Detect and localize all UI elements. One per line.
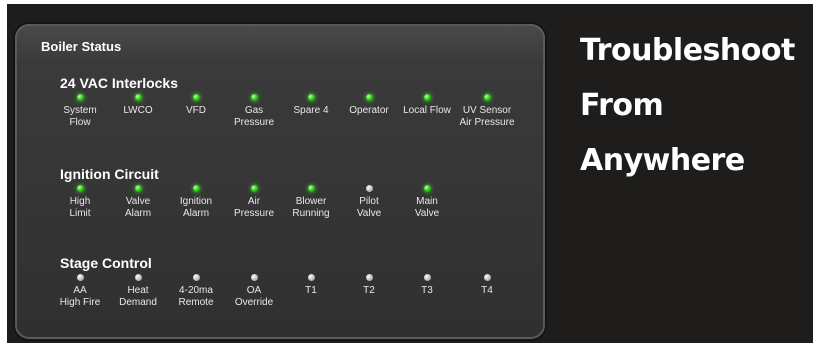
status-led-on-icon [423, 94, 431, 101]
status-led-off-icon [483, 274, 491, 281]
status-indicator: Pilot Valve [336, 185, 402, 220]
status-indicator: Ignition Alarm [163, 185, 229, 220]
ignition-row: High Limit Valve Alarm Ignition Alarm Air P… [15, 185, 545, 245]
status-led-off-icon [250, 274, 258, 281]
status-led-off-icon [307, 274, 315, 281]
status-led-on-icon [250, 94, 258, 101]
indicator-label: Operator [349, 105, 389, 116]
status-indicator: Heat Demand [105, 274, 171, 309]
indicator-label: AA High Fire [59, 285, 101, 308]
status-indicator: Valve Alarm [105, 185, 171, 220]
indicator-label: T3 [421, 285, 433, 296]
status-led-off-icon [423, 274, 431, 281]
section-title-interlocks: 24 VAC Interlocks [60, 75, 179, 91]
status-indicator: Blower Running [278, 185, 344, 220]
status-led-off-icon [76, 274, 84, 281]
status-led-on-icon [134, 185, 142, 192]
status-led-on-icon [192, 94, 200, 101]
hero-line-2: From [580, 88, 664, 123]
status-indicator: System Flow [47, 94, 113, 129]
status-indicator: T2 [336, 274, 402, 297]
section-title-ignition: Ignition Circuit [60, 166, 159, 182]
status-indicator: T4 [454, 274, 520, 297]
status-led-on-icon [134, 94, 142, 101]
indicator-label: Heat Demand [119, 285, 157, 308]
status-indicator: AA High Fire [47, 274, 113, 309]
indicator-label: T1 [305, 285, 317, 296]
indicator-label: UV Sensor Air Pressure [459, 105, 515, 128]
status-led-on-icon [307, 94, 315, 101]
status-led-on-icon [192, 185, 200, 192]
status-indicator: UV Sensor Air Pressure [454, 94, 520, 129]
status-led-off-icon [365, 274, 373, 281]
status-indicator: T3 [394, 274, 460, 297]
status-led-on-icon [76, 94, 84, 101]
boiler-status-panel: Boiler Status 24 VAC Interlocks System F… [15, 24, 545, 339]
indicator-label: Ignition Alarm [179, 196, 213, 219]
indicator-label: Main Valve [414, 196, 440, 219]
status-led-off-icon [365, 185, 373, 192]
status-led-off-icon [192, 274, 200, 281]
hero-line-1: Troubleshoot [580, 33, 795, 68]
status-indicator: VFD [163, 94, 229, 117]
status-led-on-icon [483, 94, 491, 101]
indicator-label: 4-20ma Remote [178, 285, 214, 308]
status-indicator: High Limit [47, 185, 113, 220]
section-title-stage: Stage Control [60, 255, 152, 271]
indicator-label: Valve Alarm [124, 196, 152, 219]
panel-title: Boiler Status [41, 39, 122, 54]
indicator-label: High Limit [69, 196, 91, 219]
indicator-label: T4 [481, 285, 493, 296]
status-indicator: Spare 4 [278, 94, 344, 117]
status-led-on-icon [250, 185, 258, 192]
indicator-label: Pilot Valve [356, 196, 382, 219]
indicator-label: Blower Running [292, 196, 330, 219]
indicator-label: Spare 4 [293, 105, 329, 116]
indicator-label: T2 [363, 285, 375, 296]
stage-row: AA High Fire Heat Demand 4-20ma Remote OA O… [15, 274, 545, 334]
status-indicator: Main Valve [394, 185, 460, 220]
indicator-label: VFD [186, 105, 206, 116]
status-indicator: T1 [278, 274, 344, 297]
status-led-on-icon [365, 94, 373, 101]
hero-line-3: Anywhere [580, 143, 745, 178]
status-led-on-icon [423, 185, 431, 192]
indicator-label: LWCO [123, 105, 153, 116]
status-indicator: 4-20ma Remote [163, 274, 229, 309]
status-led-on-icon [307, 185, 315, 192]
interlocks-row: System Flow LWCO VFD Gas Pressure Spare 4 Ope… [15, 94, 545, 154]
status-led-on-icon [76, 185, 84, 192]
status-indicator: Operator [336, 94, 402, 117]
indicator-label: Local Flow [403, 105, 451, 116]
status-indicator: LWCO [105, 94, 171, 117]
status-indicator: Local Flow [394, 94, 460, 117]
indicator-label: System Flow [63, 105, 97, 128]
status-led-off-icon [134, 274, 142, 281]
